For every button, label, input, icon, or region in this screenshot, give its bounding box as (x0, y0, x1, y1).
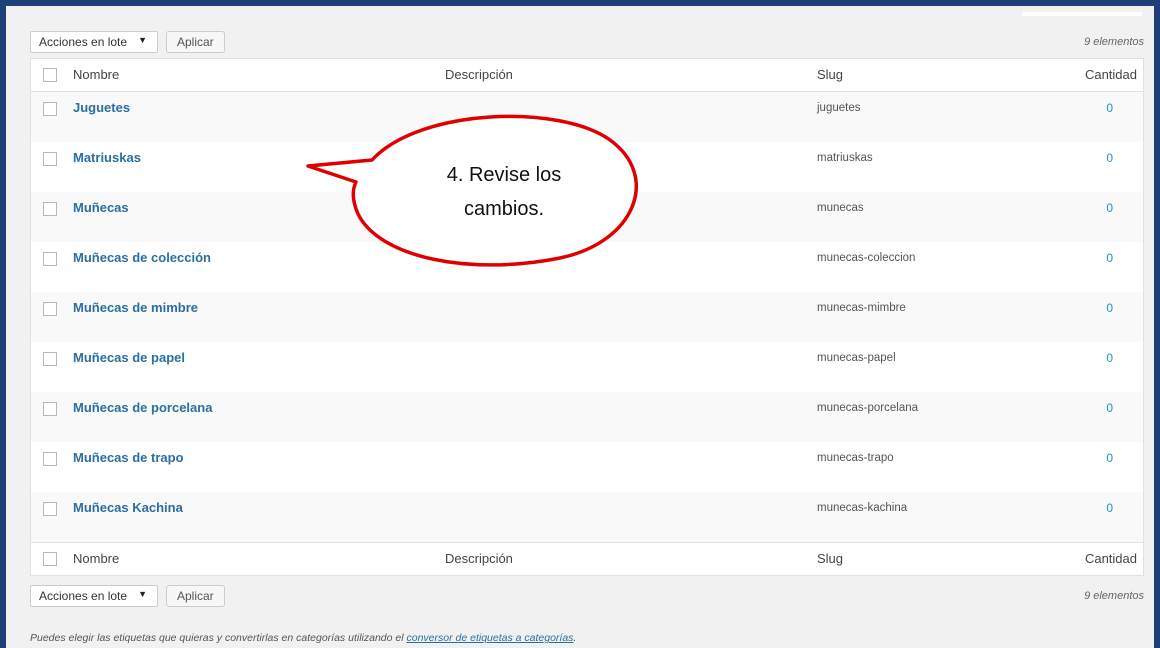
bulk-actions-select[interactable]: Acciones en lote ▼ (30, 31, 158, 53)
tablenav-bottom: Acciones en lote ▼ Aplicar 9 elementos (30, 582, 1144, 610)
category-count-link[interactable]: 0 (1106, 351, 1113, 365)
footnote-text: Puedes elegir las etiquetas que quieras … (30, 632, 407, 644)
category-slug: munecas-papel (817, 352, 896, 364)
dropdown-arrow-icon: ▼ (138, 589, 147, 599)
page-frame: Acciones en lote ▼ Aplicar 9 elementos N… (0, 0, 1160, 648)
bulk-actions-label: Acciones en lote (39, 35, 128, 49)
column-header-slug[interactable]: Slug (817, 67, 843, 82)
category-name-link[interactable]: Muñecas de colección (73, 250, 211, 265)
footnote: Puedes elegir las etiquetas que quieras … (30, 632, 576, 644)
row-checkbox[interactable] (43, 102, 57, 116)
row-checkbox[interactable] (43, 152, 57, 166)
category-name-link[interactable]: Muñecas (73, 200, 129, 215)
items-count-bottom: 9 elementos (1084, 590, 1144, 602)
category-slug: munecas-porcelana (817, 402, 919, 414)
table-row: Muñecas de mimbre munecas-mimbre 0 (31, 292, 1143, 342)
category-count-link[interactable]: 0 (1106, 251, 1113, 265)
category-name-link[interactable]: Matriuskas (73, 150, 141, 165)
category-name-link[interactable]: Muñecas Kachina (73, 500, 183, 515)
row-checkbox[interactable] (43, 302, 57, 316)
table-row: Muñecas de trapo munecas-trapo 0 (31, 442, 1143, 492)
row-checkbox[interactable] (43, 402, 57, 416)
table-row: Muñecas Kachina munecas-kachina 0 (31, 492, 1143, 542)
category-count-link[interactable]: 0 (1106, 401, 1113, 415)
callout-line-2: cambios. (463, 198, 545, 220)
categories-table: Nombre Descripción Slug Cantidad Juguete… (30, 58, 1144, 576)
category-count-link[interactable]: 0 (1106, 151, 1113, 165)
bulk-actions-label: Acciones en lote (39, 589, 128, 603)
row-checkbox[interactable] (43, 252, 57, 266)
category-slug: munecas-mimbre (817, 302, 906, 314)
select-all-checkbox-footer[interactable] (43, 552, 57, 566)
table-footer-row: Nombre Descripción Slug Cantidad (31, 542, 1143, 575)
category-slug: munecas-coleccion (817, 252, 916, 264)
column-footer-name[interactable]: Nombre (73, 551, 119, 566)
category-name-link[interactable]: Muñecas de trapo (73, 450, 184, 465)
table-row: Muñecas de colección munecas-coleccion 0 (31, 242, 1143, 292)
category-count-link[interactable]: 0 (1106, 201, 1113, 215)
category-count-link[interactable]: 0 (1106, 101, 1113, 115)
category-name-link[interactable]: Muñecas de porcelana (73, 400, 212, 415)
bulk-actions-select-bottom[interactable]: Acciones en lote ▼ (30, 585, 158, 607)
callout-text: 4. Revise los cambios. (404, 158, 604, 226)
category-name-link[interactable]: Muñecas de mimbre (73, 300, 198, 315)
category-count-link[interactable]: 0 (1106, 451, 1113, 465)
footnote-end: . (573, 632, 577, 644)
table-row: Muñecas de papel munecas-papel 0 (31, 342, 1143, 392)
row-checkbox[interactable] (43, 352, 57, 366)
category-count-link[interactable]: 0 (1106, 501, 1113, 515)
apply-button[interactable]: Aplicar (166, 31, 225, 53)
table-row: Juguetes juguetes 0 (31, 92, 1143, 142)
category-count-link[interactable]: 0 (1106, 301, 1113, 315)
category-slug: munecas-trapo (817, 452, 894, 464)
category-slug: munecas (817, 202, 864, 214)
column-footer-description[interactable]: Descripción (445, 551, 513, 566)
dropdown-arrow-icon: ▼ (138, 35, 147, 45)
column-header-name[interactable]: Nombre (73, 67, 119, 82)
table-header-row: Nombre Descripción Slug Cantidad (31, 59, 1143, 92)
column-header-description[interactable]: Descripción (445, 67, 513, 82)
apply-button-bottom[interactable]: Aplicar (166, 585, 225, 607)
column-footer-count[interactable]: Cantidad (1085, 551, 1137, 566)
column-footer-slug[interactable]: Slug (817, 551, 843, 566)
row-checkbox[interactable] (43, 202, 57, 216)
category-slug: matriuskas (817, 152, 873, 164)
top-edge-gap (1022, 12, 1142, 16)
tablenav-top: Acciones en lote ▼ Aplicar 9 elementos (30, 28, 1144, 56)
table-row: Muñecas de porcelana munecas-porcelana 0 (31, 392, 1143, 442)
column-header-count[interactable]: Cantidad (1085, 67, 1137, 82)
row-checkbox[interactable] (43, 502, 57, 516)
category-name-link[interactable]: Juguetes (73, 100, 130, 115)
category-slug: munecas-kachina (817, 502, 908, 514)
row-checkbox[interactable] (43, 452, 57, 466)
select-all-checkbox[interactable] (43, 68, 57, 82)
items-count: 9 elementos (1084, 36, 1144, 48)
tag-converter-link[interactable]: conversor de etiquetas a categorías (406, 632, 573, 644)
callout-line-1: 4. Revise los (446, 164, 562, 186)
category-slug: juguetes (817, 102, 861, 114)
category-name-link[interactable]: Muñecas de papel (73, 350, 185, 365)
